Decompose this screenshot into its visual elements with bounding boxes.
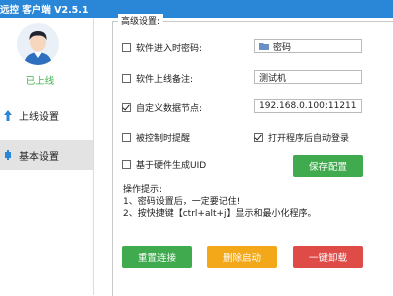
password-field[interactable]: 密码 — [254, 39, 362, 53]
folder-icon — [259, 43, 269, 50]
node-option[interactable]: 自定义数据节点: — [122, 101, 202, 114]
settings-icon — [3, 148, 13, 162]
title-bar: 远控 客户端 V2.5.1 — [0, 0, 393, 18]
remark-checkbox[interactable] — [122, 74, 131, 83]
uid-label: 基于硬件生成UID — [136, 161, 207, 171]
node-field[interactable]: 192.168.0.100:11211 — [254, 99, 362, 113]
password-checkbox[interactable] — [122, 43, 131, 52]
password-label: 软件进入时密码: — [136, 44, 203, 54]
uid-option[interactable]: 基于硬件生成UID — [122, 158, 206, 171]
sidebar-item-label: 基本设置 — [19, 151, 59, 163]
tips-block: 操作提示: 1、密码设置后，一定要记住! 2、按快捷键【ctrl+alt+j】显… — [123, 184, 317, 220]
uninstall-button[interactable]: 一键卸载 — [293, 246, 363, 268]
sidebar-item-basic-settings[interactable]: 基本设置 — [0, 140, 93, 170]
remark-option[interactable]: 软件上线备注: — [122, 72, 193, 85]
uid-checkbox[interactable] — [122, 160, 131, 169]
remark-label: 软件上线备注: — [136, 75, 194, 85]
save-config-button[interactable]: 保存配置 — [293, 155, 363, 177]
avatar — [17, 23, 59, 65]
reset-connection-button[interactable]: 重置连接 — [122, 246, 192, 268]
tips-line-1: 1、密码设置后，一定要记住! — [123, 197, 241, 207]
node-checkbox[interactable] — [122, 103, 131, 112]
password-option[interactable]: 软件进入时密码: — [122, 41, 202, 54]
remind-checkbox[interactable] — [122, 133, 131, 142]
upload-arrow-icon — [3, 108, 13, 122]
remark-value: 测试机 — [259, 73, 287, 84]
online-status: 已上线 — [25, 76, 55, 87]
group-title: 高级设置: — [118, 14, 164, 27]
sidebar: 已上线 上线设置 基本设置 — [0, 18, 94, 295]
autologin-option[interactable]: 打开程序后自动登录 — [254, 131, 349, 144]
node-value: 192.168.0.100:11211 — [259, 101, 357, 111]
remind-label: 被控制时提醒 — [136, 134, 191, 144]
delete-autostart-button[interactable]: 删除启动 — [207, 246, 277, 268]
remark-field[interactable]: 测试机 — [254, 70, 362, 84]
tips-title: 操作提示: — [123, 185, 163, 195]
window-title: 远控 客户端 V2.5.1 — [0, 5, 89, 16]
node-label: 自定义数据节点: — [136, 104, 203, 114]
remind-option[interactable]: 被控制时提醒 — [122, 131, 190, 144]
user-avatar-icon — [17, 23, 59, 65]
sidebar-item-online-settings[interactable]: 上线设置 — [0, 100, 93, 130]
sidebar-item-label: 上线设置 — [19, 111, 59, 123]
autologin-checkbox[interactable] — [254, 133, 263, 142]
autologin-label: 打开程序后自动登录 — [268, 134, 350, 144]
tips-line-2: 2、按快捷键【ctrl+alt+j】显示和最小化程序。 — [123, 209, 317, 219]
password-value: 密码 — [273, 42, 292, 53]
